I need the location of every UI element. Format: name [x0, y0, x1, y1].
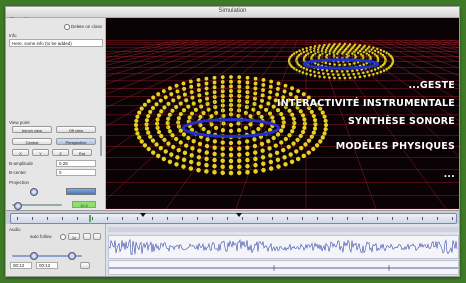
auto-follow-checkbox[interactable] — [60, 234, 66, 240]
projection-label: Projection — [9, 180, 30, 185]
y-button[interactable]: Y — [32, 149, 49, 156]
overlay-line-4: MODÈLES PHYSIQUES — [335, 141, 455, 152]
timeline-tick — [392, 217, 393, 220]
timeline-bar — [6, 210, 459, 225]
timeline-tick — [212, 217, 213, 220]
overlay-line-3: SYNTHÈSE SONORE — [348, 116, 455, 127]
waveform-path — [108, 238, 458, 255]
timeline-tick — [347, 217, 348, 220]
timeline-tick — [17, 217, 18, 220]
timeline-tick — [302, 217, 303, 220]
delete-on-close-radio[interactable] — [64, 24, 70, 30]
b-amplitude-label: B-amplitude — [9, 161, 34, 166]
loop-button[interactable] — [80, 262, 90, 269]
audio-slider-knob-left[interactable] — [30, 252, 38, 260]
timeline-tick — [407, 217, 408, 220]
time-end-field[interactable]: 00:12 — [36, 262, 58, 269]
delete-on-close-option[interactable]: Delete on close — [64, 24, 102, 30]
overlay-line-2: INTERACTIVITÉ INSTRUMENTALE — [276, 98, 455, 109]
b-center-label: B-center — [9, 170, 27, 175]
info-label: Info — [9, 33, 17, 38]
overlay-line-1: ...GESTE — [408, 80, 455, 91]
rot-button[interactable]: Rot — [72, 149, 92, 156]
b-center-field[interactable]: 0 — [56, 169, 96, 176]
audio-slider-knob-right[interactable] — [68, 252, 76, 260]
small-option-button[interactable] — [83, 233, 91, 240]
3d-viewport[interactable]: ...GESTE INTERACTIVITÉ INSTRUMENTALE SYN… — [106, 18, 459, 209]
timeline-tick — [122, 217, 123, 220]
timeline-marker[interactable] — [89, 215, 91, 222]
timeline-tick — [257, 217, 258, 220]
view-vertical-slider[interactable] — [100, 136, 102, 156]
level-gauge: 10.0 — [72, 201, 96, 208]
waveform-scroll-bar[interactable] — [108, 227, 459, 232]
waveform-graph — [108, 238, 458, 255]
timeline-tick — [437, 217, 438, 220]
playhead-left[interactable] — [140, 213, 146, 217]
time-start-field[interactable]: 00:12 — [10, 262, 32, 269]
auto-follow-label: auto follow — [30, 234, 52, 239]
window-title: Simulation — [218, 8, 247, 14]
timeline-tick — [137, 217, 138, 220]
waveform-area — [106, 224, 459, 276]
timeline-tick — [107, 217, 108, 220]
speed-1x-button[interactable]: 1x — [68, 233, 80, 240]
audio-panel: Audio auto follow 1x 00:12 00:12 — [6, 224, 106, 276]
timeline-tick — [32, 217, 33, 220]
z-button[interactable]: Z — [52, 149, 69, 156]
overlay-line-5: ... — [443, 169, 455, 180]
x-button[interactable]: X — [12, 149, 29, 156]
small-option-button-2[interactable] — [93, 233, 101, 240]
timeline-tick — [152, 217, 153, 220]
timeline-tick — [287, 217, 288, 220]
timeline-tick — [242, 217, 243, 220]
timeline-ruler[interactable] — [10, 213, 457, 224]
timeline-tick — [197, 217, 198, 220]
timeline-tick — [47, 217, 48, 220]
timeline-tick — [227, 217, 228, 220]
projection-slider-knob[interactable] — [14, 202, 22, 210]
timeline-tick — [422, 217, 423, 220]
off-view-button[interactable]: Off view — [56, 126, 96, 133]
timeline-tick — [362, 217, 363, 220]
perspective-button[interactable]: Perspective — [56, 138, 96, 145]
delete-on-close-label: Delete on close — [71, 24, 103, 30]
timeline-tick — [272, 217, 273, 220]
control-panel: Delete on close Info Here, some info (to… — [6, 18, 106, 210]
timeline-tick — [77, 217, 78, 220]
timeline-tick — [62, 217, 63, 220]
audio-label: Audio — [9, 227, 21, 232]
3d-scene — [106, 39, 459, 209]
info-textbox[interactable]: Here, some info (to be added) — [9, 39, 103, 47]
timeline-tick — [92, 217, 93, 220]
timeline-tick — [332, 217, 333, 220]
timeline-tick — [377, 217, 378, 220]
timeline-tick — [317, 217, 318, 220]
gimbal-button[interactable]: Gimbal — [12, 138, 52, 145]
b-amplitude-field[interactable]: 0.28 — [56, 160, 96, 167]
timeline-tick — [182, 217, 183, 220]
waveform-main[interactable] — [108, 235, 459, 259]
timeline-tick — [452, 217, 453, 220]
projection-color-swatch[interactable] — [66, 188, 96, 195]
overview-line — [109, 265, 458, 271]
timeline-tick — [167, 217, 168, 220]
bench-view-button[interactable]: bench view — [12, 126, 52, 133]
simulation-window: Simulation Delete on close Info Here, so… — [5, 6, 460, 277]
waveform-overview[interactable] — [108, 260, 459, 275]
projection-knob-left[interactable] — [30, 188, 38, 196]
title-bar: Simulation — [6, 7, 459, 22]
view-point-label: View point — [9, 120, 30, 125]
